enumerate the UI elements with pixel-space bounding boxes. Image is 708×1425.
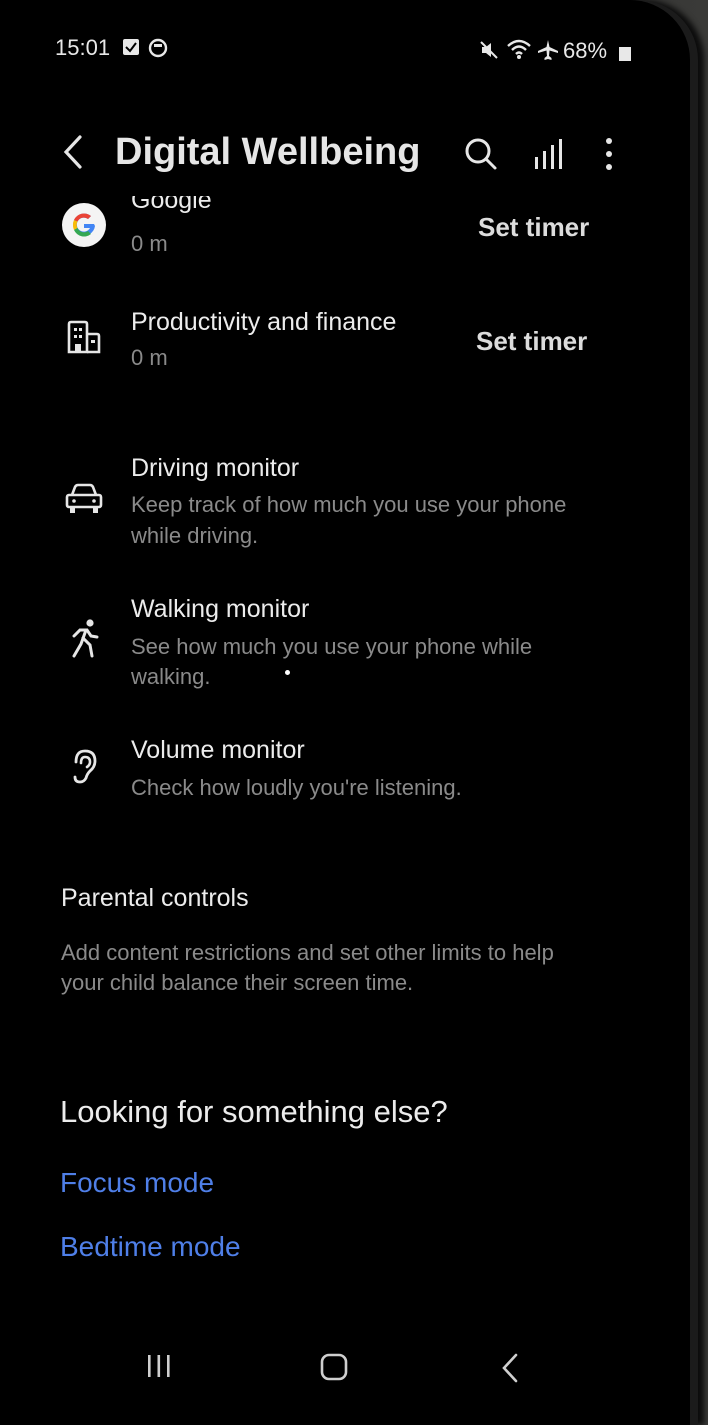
- walking-monitor-desc-line1: See how much you use your phone while: [131, 634, 533, 659]
- screen: 15:01 68% Digital Wellbeing Google 0 m S…: [0, 0, 690, 1425]
- usage-stats-icon[interactable]: [533, 137, 565, 171]
- car-icon: [64, 481, 104, 517]
- search-icon[interactable]: [464, 137, 498, 171]
- battery-percentage: 68%: [563, 38, 608, 63]
- sync-icon: [148, 38, 168, 58]
- set-timer-button[interactable]: Set timer: [478, 212, 589, 243]
- back-icon[interactable]: [58, 133, 86, 171]
- set-timer-button[interactable]: Set timer: [476, 326, 587, 357]
- driving-monitor-desc-line2: while driving.: [131, 523, 259, 548]
- focus-mode-link[interactable]: Focus mode: [60, 1167, 214, 1199]
- battery-icon: [618, 44, 632, 62]
- driving-monitor-item[interactable]: Driving monitor Keep track of how much y…: [0, 446, 690, 556]
- more-options-icon[interactable]: [602, 137, 616, 171]
- walking-monitor-title: Walking monitor: [131, 595, 310, 623]
- airplane-mode-icon: [537, 39, 559, 61]
- parental-controls-title: Parental controls: [61, 884, 249, 912]
- wifi-icon: [506, 38, 532, 60]
- walking-monitor-item[interactable]: Walking monitor See how much you use you…: [0, 588, 690, 698]
- walking-monitor-desc-line2: walking.: [131, 664, 211, 689]
- app-name: Google: [131, 196, 212, 214]
- home-button[interactable]: [319, 1352, 349, 1382]
- content-area[interactable]: Google 0 m Set timer Productivity and fi…: [0, 196, 690, 1320]
- parental-controls-desc-line1: Add content restrictions and set other l…: [61, 940, 554, 965]
- ear-icon: [70, 748, 100, 784]
- driving-monitor-desc-line1: Keep track of how much you use your phon…: [131, 492, 567, 517]
- walking-icon: [68, 618, 102, 658]
- mute-icon: [479, 40, 499, 60]
- volume-monitor-desc: Check how loudly you're listening.: [131, 775, 462, 800]
- parental-controls-desc-line2: your child balance their screen time.: [61, 970, 414, 995]
- volume-monitor-title: Volume monitor: [131, 736, 305, 764]
- recent-apps-button[interactable]: [145, 1353, 173, 1379]
- bedtime-mode-link[interactable]: Bedtime mode: [60, 1231, 241, 1263]
- notification-icon: [122, 38, 140, 56]
- volume-monitor-item[interactable]: Volume monitor Check how loudly you're l…: [0, 730, 690, 810]
- app-row-google[interactable]: Google 0 m Set timer: [0, 196, 690, 276]
- touch-indicator-dot: [285, 670, 290, 675]
- google-icon: [61, 202, 107, 248]
- page-title: Digital Wellbeing: [115, 131, 421, 173]
- back-nav-button[interactable]: [498, 1352, 522, 1384]
- app-usage: 0 m: [131, 345, 168, 370]
- app-row-productivity[interactable]: Productivity and finance 0 m Set timer: [0, 296, 690, 386]
- suggestions-heading: Looking for something else?: [60, 1094, 448, 1129]
- building-icon: [66, 319, 102, 355]
- status-time: 15:01: [55, 35, 111, 60]
- driving-monitor-title: Driving monitor: [131, 454, 300, 482]
- app-usage: 0 m: [131, 231, 168, 256]
- parental-controls-item[interactable]: Parental controls Add content restrictio…: [0, 874, 690, 995]
- app-name: Productivity and finance: [131, 308, 397, 336]
- phone-frame: 15:01 68% Digital Wellbeing Google 0 m S…: [0, 0, 690, 1425]
